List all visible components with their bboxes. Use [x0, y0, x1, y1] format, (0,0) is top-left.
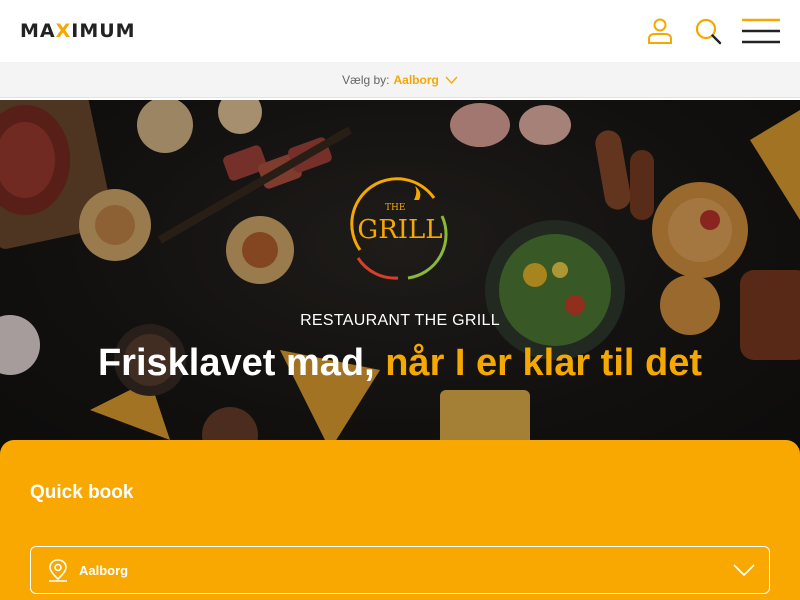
- site-header: MAXIMUM: [0, 0, 800, 62]
- hero-content: THE GRILL RESTAURANT THE GRILL Frisklave…: [0, 170, 800, 385]
- location-select[interactable]: Aalborg: [30, 546, 770, 594]
- quick-book-title: Quick book: [30, 482, 134, 503]
- maximum-logo[interactable]: MAXIMUM: [20, 20, 136, 42]
- restaurant-name: RESTAURANT THE GRILL: [300, 312, 500, 329]
- city-selector-toggle[interactable]: [445, 76, 458, 84]
- the-grill-logo: THE GRILL: [350, 177, 448, 280]
- chevron-down-icon: [733, 564, 755, 576]
- city-selector-bar: Vælg by: Aalborg: [0, 62, 800, 98]
- logo-text-suffix: IMUM: [71, 20, 136, 42]
- hero-headline: Frisklavet mad, når I er klar til det: [0, 342, 800, 385]
- menu-button[interactable]: [742, 18, 780, 44]
- logo-the-text: THE: [385, 203, 405, 213]
- location-select-value: Aalborg: [79, 562, 129, 578]
- logo-text-prefix: MA: [20, 20, 56, 42]
- header-actions: [646, 17, 780, 45]
- hero-banner: THE GRILL RESTAURANT THE GRILL Frisklave…: [0, 100, 800, 460]
- city-selector-value[interactable]: Aalborg: [394, 73, 439, 87]
- city-selector-label: Vælg by:: [342, 72, 390, 87]
- search-button[interactable]: [694, 17, 722, 45]
- location-select-toggle[interactable]: [733, 564, 755, 576]
- logo-text-accent: X: [55, 20, 72, 42]
- location-pin-icon: [49, 559, 67, 582]
- search-icon: [695, 18, 722, 45]
- quick-book-panel: Quick book Aalborg: [0, 440, 800, 600]
- user-icon: [648, 18, 672, 44]
- account-button[interactable]: [646, 17, 674, 45]
- headline-accent-part: når I er klar til det: [385, 342, 703, 384]
- headline-white-part: Frisklavet mad,: [97, 342, 375, 384]
- chevron-down-icon: [445, 76, 458, 84]
- menu-icon: [742, 18, 780, 44]
- logo-grill-text: GRILL: [357, 215, 442, 245]
